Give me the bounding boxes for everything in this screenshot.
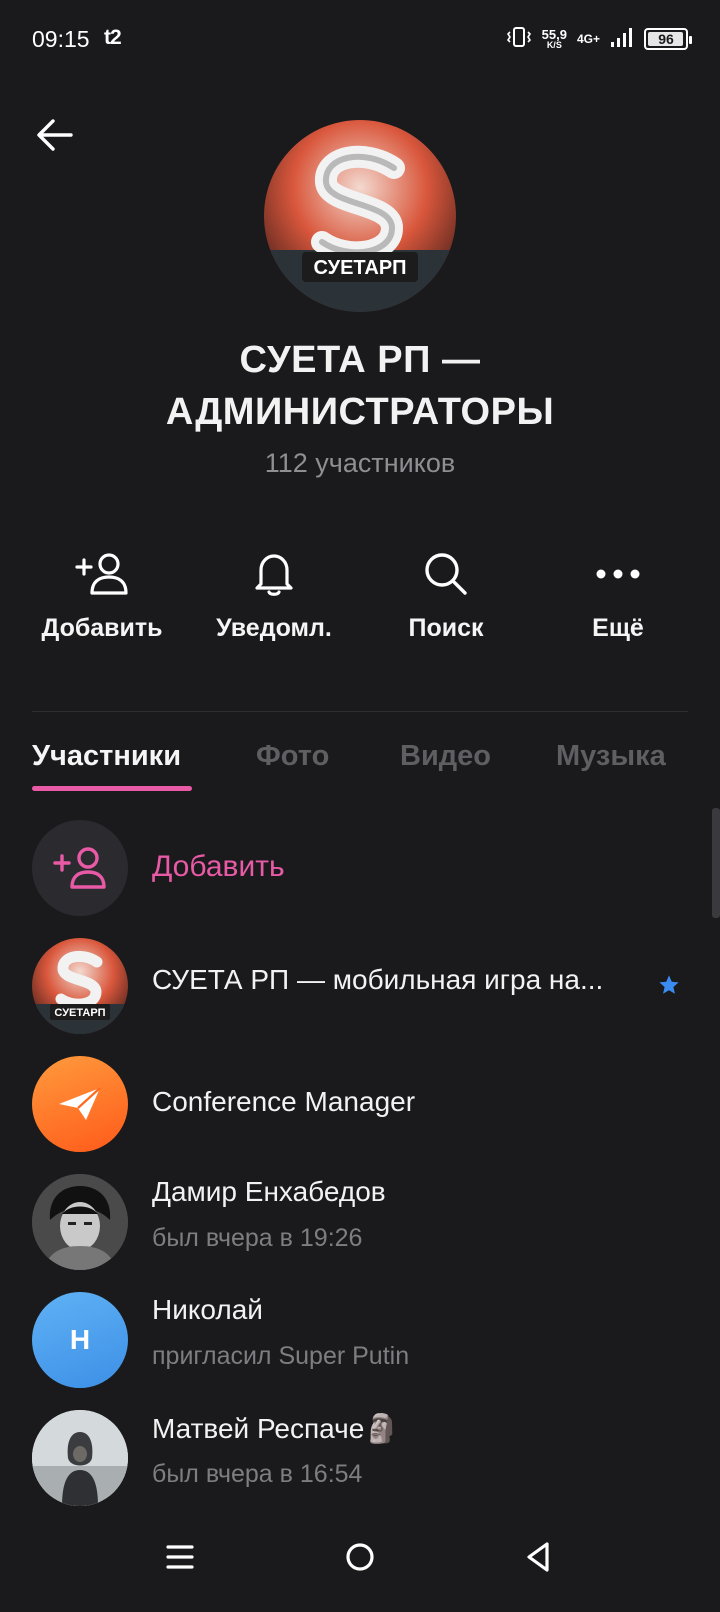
signal-icon	[610, 26, 634, 53]
back-triangle-icon	[527, 1542, 549, 1572]
add-member-row[interactable]: Добавить	[0, 818, 720, 938]
add-user-icon	[32, 820, 128, 916]
carrier-label: t2	[104, 26, 122, 49]
avatar: Н	[32, 1292, 128, 1388]
member-name: Николай	[152, 1294, 263, 1325]
tab-music[interactable]: Музыка	[556, 740, 666, 773]
add-member-label: Добавить	[152, 850, 285, 883]
list-item[interactable]: СУЕТАРП СУЕТА РП — мобильная игра на...	[0, 936, 720, 1056]
bell-icon	[244, 548, 304, 600]
member-name: СУЕТА РП — мобильная игра на...	[152, 964, 604, 995]
page-title: СУЕТА РП — АДМИНИСТРАТОРЫ	[165, 339, 555, 433]
action-label: Уведомл.	[216, 614, 332, 642]
status-time: 09:15	[32, 26, 90, 52]
avatar-logo-text: СУЕТАРП	[313, 257, 406, 279]
search-icon	[416, 548, 476, 600]
action-bar: Добавить Уведомл. Поиск Ещё	[0, 548, 720, 658]
avatar	[32, 1174, 128, 1270]
list-item[interactable]: Conference Manager	[0, 1054, 720, 1174]
network-type: 4G+	[576, 32, 600, 46]
network-speed: 55,9 K/S	[542, 28, 567, 50]
member-name: Матвей Респаче🗿	[152, 1413, 400, 1444]
avatar-initial: Н	[69, 1324, 91, 1355]
member-name: Дамир Енхабедов	[152, 1176, 386, 1207]
tab-photo[interactable]: Фото	[256, 740, 329, 773]
search-action[interactable]: Поиск	[360, 548, 532, 658]
tab-members[interactable]: Участники	[32, 740, 181, 773]
battery-level: 96	[658, 31, 674, 47]
speed-unit: K/S	[546, 40, 562, 50]
avatar: СУЕТАРП	[32, 938, 128, 1034]
avatar	[32, 1410, 128, 1506]
arrow-left-icon	[37, 119, 73, 151]
list-item[interactable]: Дамир Енхабедов был вчера в 19:26	[0, 1172, 720, 1292]
star-icon	[659, 975, 679, 994]
divider	[32, 711, 688, 712]
list-item[interactable]: Н Николай пригласил Super Putin	[0, 1290, 720, 1410]
notifications-action[interactable]: Уведомл.	[188, 548, 360, 658]
recents-button[interactable]	[150, 1532, 210, 1582]
group-avatar[interactable]: СУЕТАРП	[264, 120, 456, 312]
battery-icon: 96	[644, 28, 692, 50]
member-status: пригласил Super Putin	[152, 1342, 410, 1370]
member-count: 112 участников	[264, 448, 456, 478]
paper-plane-icon	[32, 1056, 128, 1152]
action-label: Поиск	[408, 614, 484, 642]
tab-indicator	[32, 786, 192, 791]
system-back-button[interactable]	[508, 1532, 568, 1582]
status-bar: 09:15 t2 55,9 K/S 4G+ 96	[0, 0, 720, 80]
avatar-logo-text: СУЕТАРП	[54, 1007, 105, 1019]
home-button[interactable]	[330, 1532, 390, 1582]
vibrate-icon	[506, 26, 532, 53]
back-button[interactable]	[30, 110, 80, 160]
action-label: Ещё	[592, 614, 644, 642]
menu-icon	[166, 1545, 194, 1569]
member-status: был вчера в 16:54	[152, 1460, 363, 1488]
member-name: Conference Manager	[152, 1086, 416, 1117]
action-label: Добавить	[41, 614, 163, 642]
status-icons: 55,9 K/S 4G+ 96	[506, 24, 692, 54]
more-action[interactable]: Ещё	[532, 548, 704, 658]
member-status: был вчера в 19:26	[152, 1224, 363, 1252]
system-nav-bar	[0, 1502, 720, 1612]
tab-video[interactable]: Видео	[400, 740, 491, 773]
more-icon	[588, 548, 648, 600]
home-icon	[346, 1543, 374, 1571]
add-user-icon	[72, 548, 132, 600]
add-member-action[interactable]: Добавить	[16, 548, 188, 658]
